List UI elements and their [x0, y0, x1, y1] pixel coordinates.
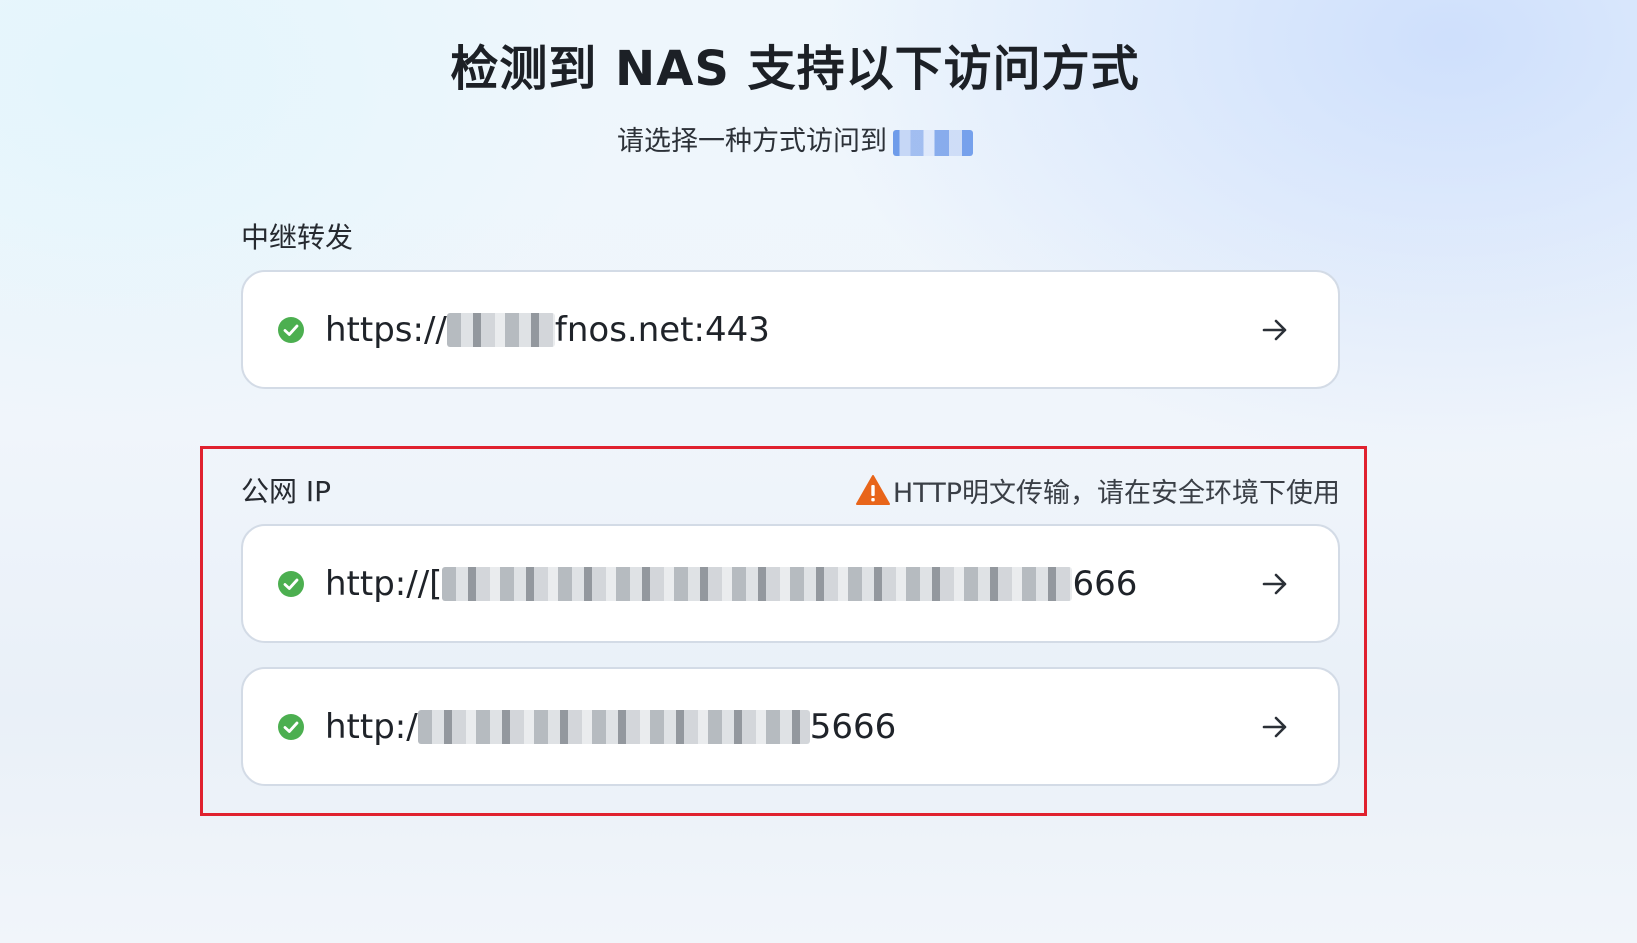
check-circle-icon	[278, 316, 304, 343]
url-prefix: http:/	[325, 706, 418, 747]
relay-url-card[interactable]: https:// fnos.net:443	[241, 270, 1340, 389]
url-suffix: fnos.net:443	[554, 309, 770, 350]
check-circle-icon	[278, 713, 304, 740]
page-title: 检测到 NAS 支持以下访问方式	[450, 41, 1140, 97]
public-ip-url-text-ipv4: http:/ 5666	[325, 707, 896, 747]
url-prefix: http://[	[325, 563, 443, 604]
redacted-ip	[442, 566, 1073, 601]
redacted-host	[446, 312, 555, 347]
arrow-right-icon	[1262, 573, 1287, 594]
redacted-ip	[417, 709, 810, 744]
subtitle-text: 请选择一种方式访问到	[617, 126, 887, 157]
relay-section-header: 中继转发	[241, 216, 1340, 256]
public-ip-section-label: 公网 IP	[241, 475, 332, 508]
arrow-right-icon	[1262, 319, 1287, 340]
public-ip-url-card-ipv4[interactable]: http:/ 5666	[241, 667, 1340, 786]
public-ip-section-header: 公网 IP HTTP明文传输，请在安全环境下使用	[241, 470, 1340, 510]
relay-section-label: 中继转发	[241, 221, 354, 254]
public-ip-section: 公网 IP HTTP明文传输，请在安全环境下使用 http://[ 666 ht…	[241, 470, 1340, 786]
check-circle-icon	[278, 570, 304, 597]
url-suffix: 666	[1072, 563, 1138, 604]
relay-section: 中继转发 https:// fnos.net:443	[241, 216, 1340, 389]
relay-url-text: https:// fnos.net:443	[325, 310, 770, 350]
public-ip-url-card-ipv6[interactable]: http://[ 666	[241, 524, 1340, 643]
arrow-right-icon	[1262, 716, 1287, 737]
device-name-redacted	[893, 129, 973, 156]
http-warning: HTTP明文传输，请在安全环境下使用	[855, 471, 1340, 510]
subtitle: 请选择一种方式访问到	[0, 124, 1590, 160]
url-suffix: 5666	[809, 706, 897, 747]
warning-text: HTTP明文传输，请在安全环境下使用	[892, 477, 1340, 509]
warning-triangle-icon	[855, 475, 890, 505]
public-ip-url-text-ipv6: http://[ 666	[325, 564, 1137, 604]
url-prefix: https://	[325, 309, 447, 350]
